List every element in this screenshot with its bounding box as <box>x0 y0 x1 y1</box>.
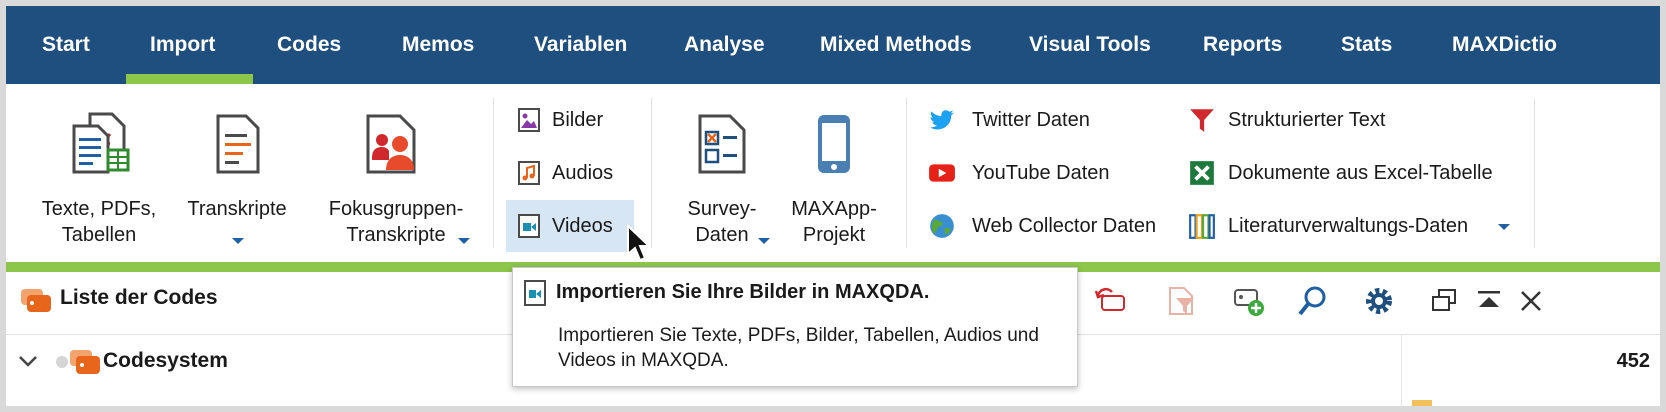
import-twitter-button[interactable]: Twitter Daten <box>916 94 1166 146</box>
import-texts-button[interactable]: Texte, PDFs, Tabellen <box>34 84 164 254</box>
audio-icon <box>518 161 540 185</box>
code-system-icon <box>70 350 100 374</box>
tab-stats[interactable]: Stats <box>1341 6 1392 84</box>
globe-icon <box>930 214 954 238</box>
tab-analyse[interactable]: Analyse <box>684 6 765 84</box>
tab-variablen[interactable]: Variablen <box>534 6 627 84</box>
import-focus-groups-button[interactable]: Fokusgruppen- Transkripte <box>312 84 480 254</box>
import-reference-manager-button[interactable]: Literaturverwaltungs-Daten <box>1176 200 1506 252</box>
documents-icon <box>72 112 130 174</box>
video-icon <box>518 214 540 238</box>
tab-reports[interactable]: Reports <box>1203 6 1282 84</box>
tooltip-title: Importieren Sie Ihre Bilder in MAXQDA. <box>556 281 930 303</box>
import-twitter-label: Twitter Daten <box>972 109 1090 131</box>
tab-import[interactable]: Import <box>150 6 215 84</box>
ribbon-separator <box>906 98 907 248</box>
youtube-icon <box>929 164 955 182</box>
tooltip-body: Importieren Sie Texte, PDFs, Bilder, Tab… <box>558 325 1039 371</box>
new-code-icon[interactable] <box>1232 284 1266 318</box>
maximize-up-icon[interactable] <box>1472 284 1506 318</box>
code-undo-icon[interactable] <box>1094 284 1128 318</box>
import-videos-button[interactable]: Videos <box>506 200 634 252</box>
ribbon-tab-bar: Start Import Codes Memos Variablen Analy… <box>6 6 1660 84</box>
videos-tooltip: Importieren Sie Ihre Bilder in MAXQDA. I… <box>512 267 1078 387</box>
ribbon-separator <box>493 98 494 248</box>
import-survey-label-2: Daten <box>695 224 749 246</box>
tab-mixed-methods[interactable]: Mixed Methods <box>820 6 972 84</box>
import-texts-label-1: Texte, PDFs, <box>41 198 157 220</box>
twitter-icon <box>930 110 954 130</box>
import-reference-manager-label: Literaturverwaltungs-Daten <box>1228 215 1469 237</box>
import-excel-button[interactable]: Dokumente aus Excel-Tabelle <box>1176 147 1516 199</box>
import-web-collector-label: Web Collector Daten <box>972 215 1157 237</box>
undock-window-icon[interactable] <box>1428 284 1462 318</box>
import-focus-groups-label-2: Transkripte <box>346 224 446 246</box>
funnel-icon <box>1190 109 1214 132</box>
focus-group-icon <box>366 114 416 174</box>
import-texts-label-2: Tabellen <box>61 224 137 246</box>
import-maxapp-button[interactable]: MAXApp- Projekt <box>778 84 890 254</box>
tab-start[interactable]: Start <box>42 6 90 84</box>
survey-dropdown-chevron-icon[interactable] <box>758 238 770 244</box>
maxqda-window: Start Import Codes Memos Variablen Analy… <box>6 6 1660 406</box>
import-survey-button[interactable]: Survey- Daten <box>670 84 774 254</box>
import-videos-label: Videos <box>552 215 613 237</box>
import-survey-label-1: Survey- <box>687 198 757 220</box>
import-excel-label: Dokumente aus Excel-Tabelle <box>1228 162 1493 184</box>
tab-visual-tools[interactable]: Visual Tools <box>1029 6 1151 84</box>
import-youtube-label: YouTube Daten <box>972 162 1110 184</box>
code-count: 452 <box>1616 350 1650 372</box>
import-youtube-button[interactable]: YouTube Daten <box>916 147 1166 199</box>
import-audios-button[interactable]: Audios <box>506 147 634 199</box>
tab-codes[interactable]: Codes <box>277 6 341 84</box>
import-maxapp-label-2: Projekt <box>802 224 866 246</box>
transcripts-dropdown-chevron-icon[interactable] <box>232 238 244 244</box>
ribbon-separator <box>1534 98 1535 248</box>
books-icon <box>1189 214 1215 239</box>
active-tab-indicator <box>126 74 253 84</box>
settings-gear-icon[interactable] <box>1362 284 1396 318</box>
close-icon[interactable] <box>1514 284 1548 318</box>
mobile-phone-icon <box>818 115 850 173</box>
search-icon[interactable] <box>1296 284 1330 318</box>
excel-icon <box>1190 161 1214 185</box>
filter-codes-icon[interactable] <box>1164 284 1198 318</box>
code-list-icon <box>21 289 51 312</box>
import-focus-groups-label-1: Fokusgruppen- <box>328 198 464 220</box>
import-structured-text-button[interactable]: Strukturierter Text <box>1176 94 1506 146</box>
expand-chevron-down-icon[interactable] <box>18 354 38 368</box>
code-color-dot <box>56 356 68 368</box>
transcript-icon <box>216 114 260 174</box>
survey-icon <box>698 114 746 174</box>
import-transcripts-label: Transkripte <box>187 198 287 220</box>
code-color-strip <box>1412 400 1432 406</box>
tab-maxdictio[interactable]: MAXDictio <box>1452 6 1557 84</box>
focus-groups-dropdown-chevron-icon[interactable] <box>458 238 470 244</box>
image-icon <box>518 108 540 132</box>
mouse-cursor-icon <box>627 224 652 262</box>
import-web-collector-button[interactable]: Web Collector Daten <box>916 200 1166 252</box>
reference-manager-dropdown-chevron-icon[interactable] <box>1498 224 1510 230</box>
video-icon <box>524 280 546 306</box>
import-ribbon: Texte, PDFs, Tabellen Transkripte Fokusg… <box>6 84 1660 264</box>
import-images-label: Bilder <box>552 109 604 131</box>
import-structured-text-label: Strukturierter Text <box>1228 109 1386 131</box>
panel-title: Liste der Codes <box>60 286 218 309</box>
import-images-button[interactable]: Bilder <box>506 94 634 146</box>
tab-memos[interactable]: Memos <box>402 6 474 84</box>
import-audios-label: Audios <box>552 162 614 184</box>
code-system-root-label[interactable]: Codesystem <box>103 348 228 374</box>
import-maxapp-label-1: MAXApp- <box>791 198 877 220</box>
count-column-divider <box>1401 335 1402 406</box>
import-transcripts-button[interactable]: Transkripte <box>178 84 296 254</box>
